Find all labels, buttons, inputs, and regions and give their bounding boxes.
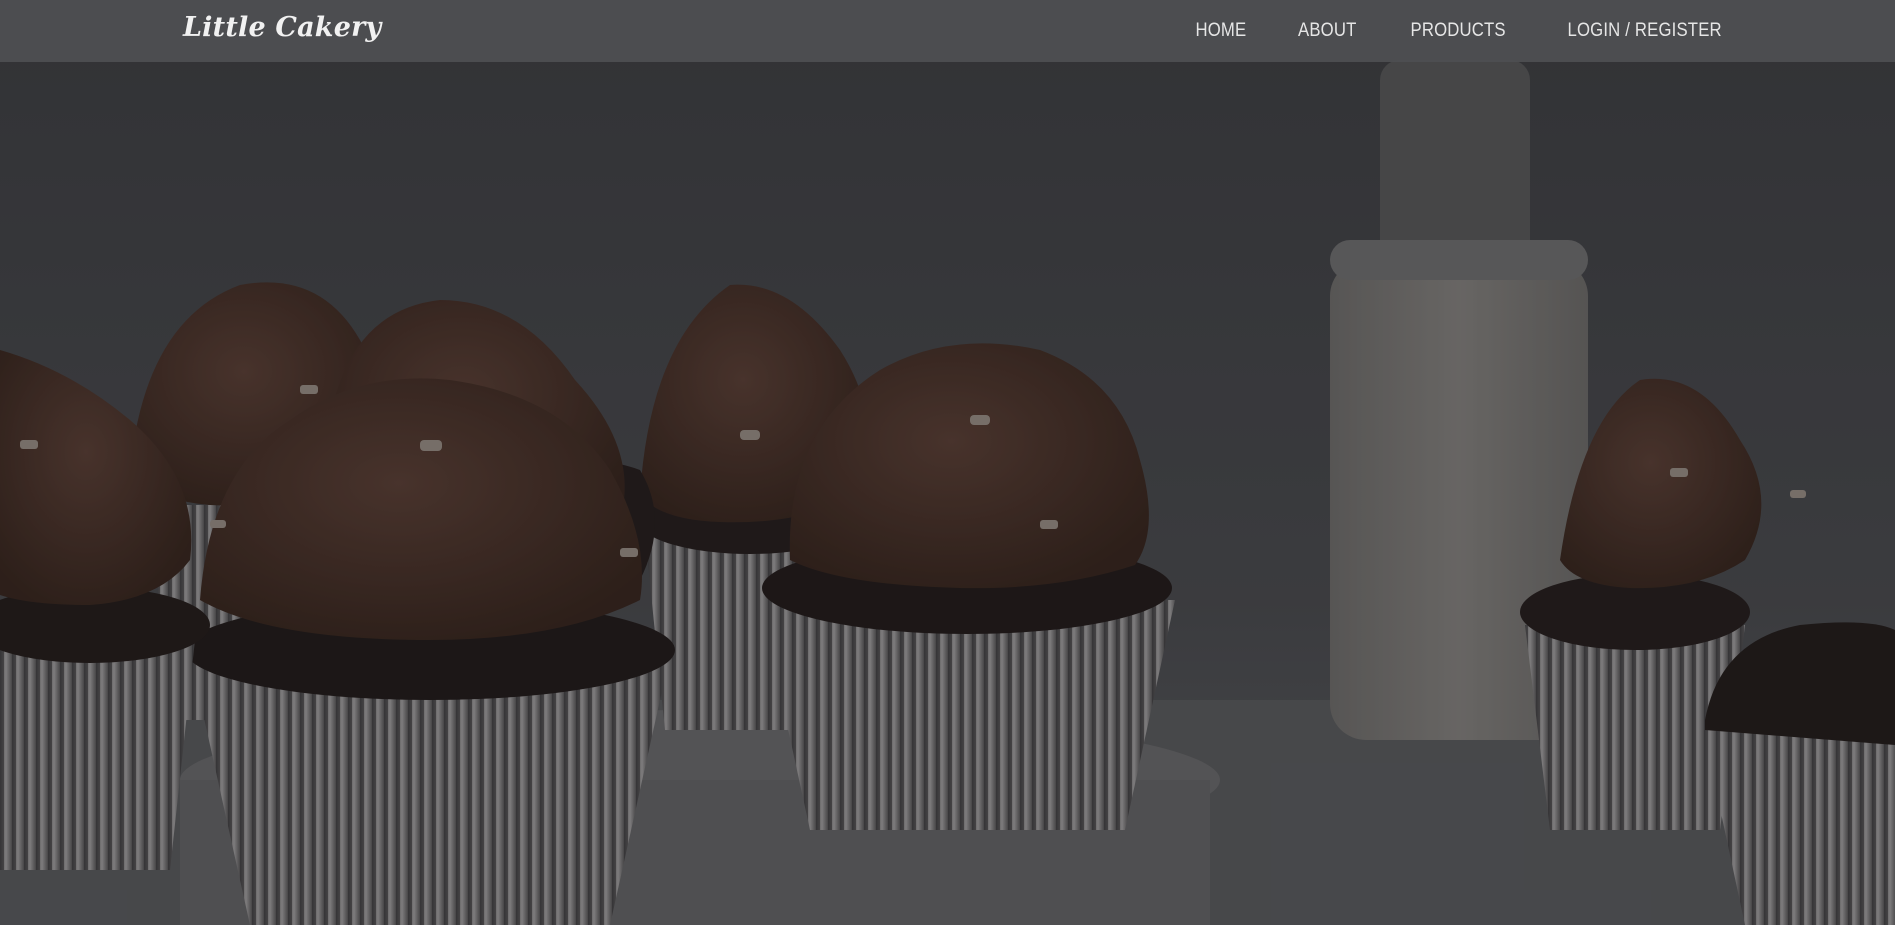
site-header: Little Cakery HOME ABOUT PRODUCTS LOGIN …	[0, 0, 1895, 62]
hero-image	[0, 0, 1895, 925]
nav-link-products[interactable]: PRODUCTS	[1411, 20, 1506, 42]
page: Little Cakery HOME ABOUT PRODUCTS LOGIN …	[0, 0, 1895, 925]
nav-link-login-register[interactable]: LOGIN / REGISTER	[1567, 20, 1721, 42]
nav-link-home[interactable]: HOME	[1196, 20, 1247, 42]
nav-link-about[interactable]: ABOUT	[1298, 20, 1356, 42]
main-nav: HOME ABOUT PRODUCTS LOGIN / REGISTER	[1192, 0, 1732, 62]
site-logo[interactable]: Little Cakery	[183, 12, 381, 43]
